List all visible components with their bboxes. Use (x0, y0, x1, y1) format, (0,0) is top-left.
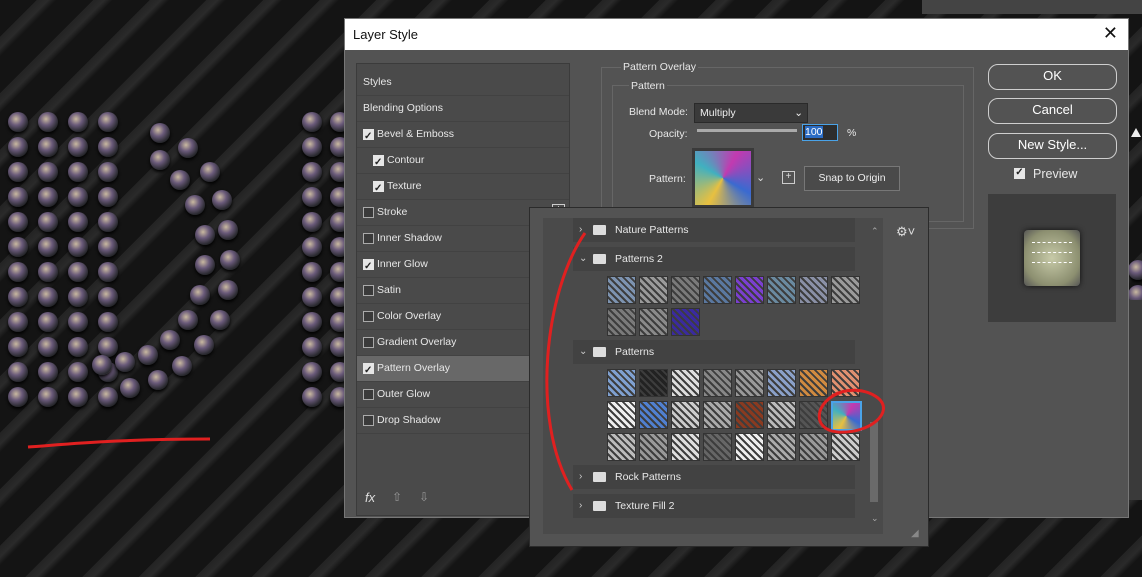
red-bracket-annotation (545, 232, 587, 491)
red-underline-annotation (27, 437, 211, 449)
red-circle-annotation (817, 388, 885, 434)
red-annotation-overlay (27, 232, 885, 491)
